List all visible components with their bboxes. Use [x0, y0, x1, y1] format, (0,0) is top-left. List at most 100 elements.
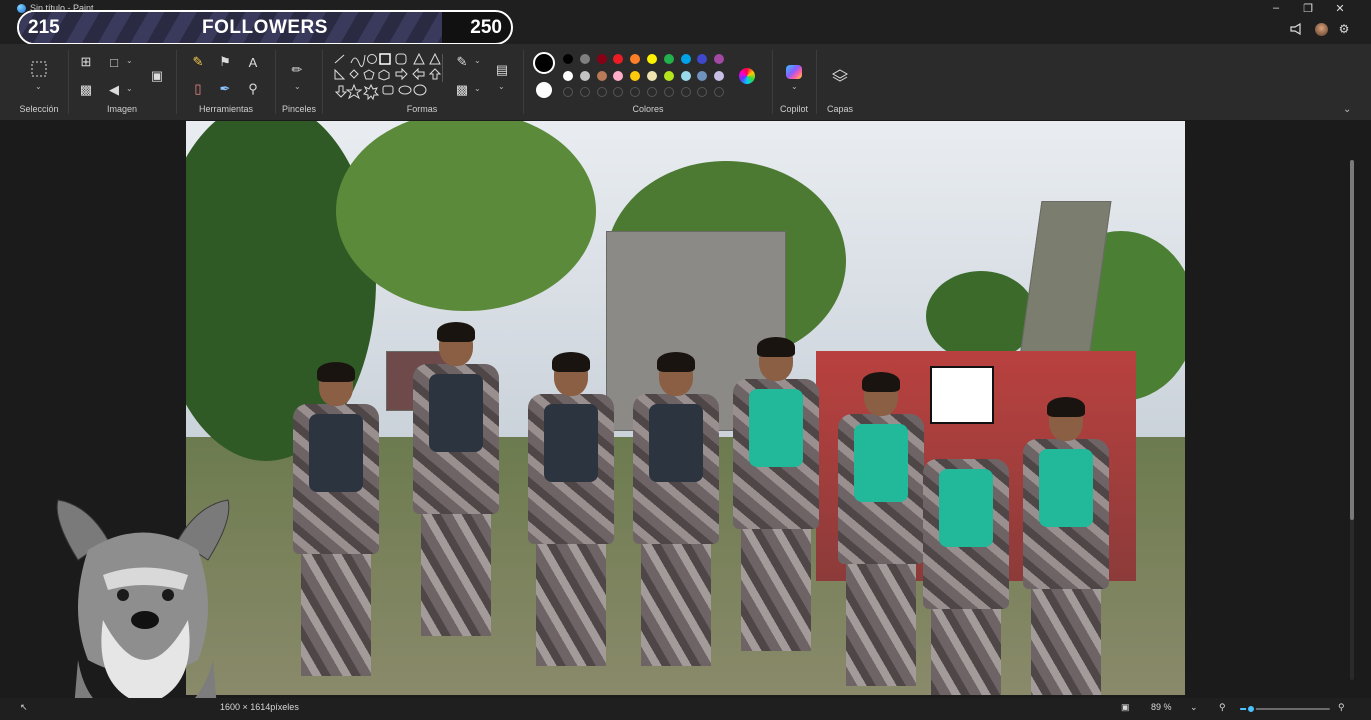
close-button[interactable]: ✕	[1324, 0, 1356, 16]
color-swatch[interactable]	[613, 54, 624, 64]
rotate-icon[interactable]: ◀	[104, 80, 124, 100]
divider	[523, 50, 524, 114]
resize-icon[interactable]: □	[104, 52, 124, 72]
color-swatch[interactable]	[714, 70, 725, 81]
color-swatch[interactable]	[563, 54, 573, 64]
divider	[442, 54, 443, 82]
color-swatch[interactable]	[663, 70, 674, 81]
copilot-icon[interactable]	[784, 62, 804, 82]
chevron-down-icon[interactable]: ⌄	[126, 56, 133, 65]
avatar[interactable]	[1313, 22, 1329, 36]
pencil-icon[interactable]: ✎	[188, 52, 208, 72]
custom-color-slot[interactable]	[613, 87, 624, 97]
ribbon: ⌄ Selección ⊞ □ ⌄ ▩ ◀ ⌄ ▣ Imagen ✎ ⚑ A ▯…	[0, 44, 1371, 120]
image-group: ⊞ □ ⌄ ▩ ◀ ⌄ ▣ Imagen	[70, 44, 174, 120]
layers-icon[interactable]	[830, 66, 850, 86]
color-swatch[interactable]	[630, 54, 641, 64]
color-swatch[interactable]	[697, 54, 708, 64]
followers-label: FOLLOWERS	[202, 17, 328, 38]
share-icon[interactable]	[1288, 22, 1304, 36]
brush-icon[interactable]: ✏	[287, 60, 307, 80]
collapse-ribbon-chevron-icon[interactable]: ⌄	[1343, 104, 1351, 115]
divider	[176, 50, 177, 114]
vertical-scrollbar-thumb[interactable]	[1350, 160, 1354, 520]
color-swatch[interactable]	[647, 54, 657, 64]
layers-group: Capas	[818, 44, 862, 120]
selection-label: Selección	[19, 104, 59, 114]
eraser-icon[interactable]: ▯	[188, 79, 208, 99]
colors-group: Colores	[525, 44, 771, 120]
text-icon[interactable]: A	[243, 52, 263, 72]
color-swatch[interactable]	[579, 54, 590, 64]
image-generator-icon[interactable]: ▩	[76, 80, 96, 100]
canvas-image[interactable]	[186, 121, 1185, 695]
shapes-gallery[interactable]	[332, 52, 452, 102]
color-swatch[interactable]	[579, 70, 590, 81]
color-swatch[interactable]	[680, 70, 691, 81]
shape-style-icon[interactable]: ▤	[492, 60, 512, 80]
shapes-label: Formas	[406, 104, 438, 114]
custom-color-slot[interactable]	[697, 87, 708, 97]
magnifier-icon[interactable]: ⚲	[243, 79, 263, 99]
vertical-scrollbar[interactable]	[1350, 160, 1354, 680]
outline-icon[interactable]: ✎	[452, 52, 472, 72]
color-swatch[interactable]	[647, 70, 657, 81]
custom-color-slot[interactable]	[579, 87, 590, 97]
brushes-group: ✏ ⌄ Pinceles	[277, 44, 321, 120]
fill-icon[interactable]: ▩	[452, 80, 472, 100]
color-swatch[interactable]	[630, 70, 641, 81]
tools-group: ✎ ⚑ A ▯ ✒ ⚲ Herramientas	[178, 44, 274, 120]
chevron-down-icon[interactable]: ⌄	[791, 82, 798, 91]
color-swatch[interactable]	[596, 54, 607, 64]
chevron-down-icon[interactable]: ⌄	[474, 56, 481, 65]
photo-tree-far-right	[926, 271, 1036, 361]
selection-group: ⌄ Selección	[10, 44, 68, 120]
rectangle-select-icon[interactable]	[29, 59, 49, 79]
zoom-in-icon[interactable]: ⚲	[1338, 702, 1345, 713]
divider	[322, 50, 323, 114]
color-picker-icon[interactable]: ✒	[215, 79, 235, 99]
followers-progress-overlay: 215 FOLLOWERS 250	[17, 10, 513, 45]
remove-background-icon[interactable]: ▣	[147, 66, 167, 86]
crop-icon[interactable]: ⊞	[76, 52, 96, 72]
minimize-button[interactable]: –	[1260, 0, 1292, 16]
color-swatch[interactable]	[563, 70, 573, 81]
custom-color-slot[interactable]	[663, 87, 674, 97]
zoom-out-icon[interactable]: ⚲	[1219, 702, 1226, 713]
custom-color-slot[interactable]	[714, 87, 725, 97]
zoom-dropdown-chevron-icon[interactable]: ⌄	[1190, 702, 1198, 713]
fill-bucket-icon[interactable]: ⚑	[215, 52, 235, 72]
divider	[816, 50, 817, 114]
custom-color-slot[interactable]	[630, 87, 641, 97]
maximize-button[interactable]: ❐	[1292, 0, 1324, 16]
chevron-down-icon[interactable]: ⌄	[474, 84, 481, 93]
primary-color[interactable]	[533, 52, 555, 74]
censor-box	[930, 366, 994, 424]
chevron-down-icon[interactable]: ⌄	[35, 82, 42, 91]
chevron-down-icon[interactable]: ⌄	[126, 84, 133, 93]
color-swatch[interactable]	[697, 70, 708, 81]
zoom-level[interactable]: 89 %	[1151, 702, 1172, 712]
color-swatch[interactable]	[663, 54, 674, 64]
fit-to-window-icon[interactable]: ▣	[1121, 702, 1130, 713]
custom-color-slot[interactable]	[563, 87, 573, 97]
status-bar: ↖ 1600 × 1614píxeles ▣ 89 % ⌄ ⚲ ⚲	[0, 698, 1371, 720]
image-dimensions: 1600 × 1614píxeles	[220, 702, 299, 712]
chevron-down-icon[interactable]: ⌄	[498, 82, 505, 91]
color-swatch[interactable]	[680, 54, 691, 64]
custom-color-slot[interactable]	[647, 87, 657, 97]
settings-icon[interactable]: ⚙	[1336, 22, 1352, 36]
color-swatch[interactable]	[714, 54, 725, 64]
zoom-slider-thumb[interactable]	[1245, 704, 1256, 714]
tools-label: Herramientas	[198, 104, 254, 114]
chevron-down-icon[interactable]: ⌄	[294, 82, 301, 91]
copilot-group: ⌄ Copilot	[774, 44, 814, 120]
color-swatch[interactable]	[596, 70, 607, 81]
custom-color-slot[interactable]	[596, 87, 607, 97]
zoom-slider[interactable]	[1240, 704, 1330, 714]
edit-colors-icon[interactable]	[737, 66, 757, 86]
custom-color-slot[interactable]	[680, 87, 691, 97]
color-swatch[interactable]	[613, 70, 624, 81]
followers-goal: 250	[470, 17, 502, 38]
secondary-color[interactable]	[536, 82, 552, 98]
